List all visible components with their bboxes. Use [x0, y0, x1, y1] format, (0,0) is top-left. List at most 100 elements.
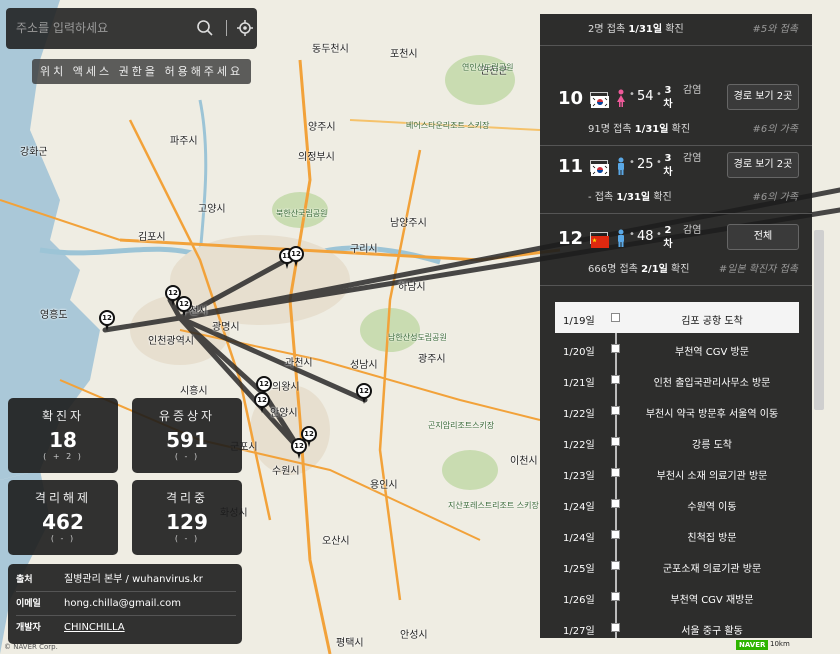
- timeline-row[interactable]: 1/22일 강릉 도착: [555, 426, 799, 457]
- confirm-date: 1/31일: [634, 124, 669, 135]
- route-view-button[interactable]: 전체: [727, 224, 799, 250]
- timeline-row[interactable]: 1/26일 부천역 CGV 재방문: [555, 581, 799, 612]
- case-contact-info: - 접촉 1/31일 확진: [588, 188, 672, 203]
- female-icon: [616, 89, 626, 107]
- timeline-row[interactable]: 1/23일 부천시 소재 의료기관 방문: [555, 457, 799, 488]
- case-card[interactable]: 12 • 48 • 2차 감염 전체 666명 접촉 2/1일 확진 #일본 확진자 접촉: [540, 214, 812, 286]
- stat-label: 유증상자: [158, 409, 216, 423]
- case-age: 54: [637, 89, 654, 104]
- panel-scrollbar[interactable]: [814, 230, 824, 410]
- separator-dot: •: [629, 89, 635, 100]
- case-contact-info: 91명 접촉 1/31일 확진: [588, 120, 690, 135]
- map-pin-icon[interactable]: 12: [253, 392, 271, 414]
- separator-dot: •: [656, 157, 662, 168]
- map-city-label: 지산포레스트리조트 스키장: [448, 501, 539, 510]
- contact-word: 접촉: [606, 24, 626, 35]
- timeline-date: 1/26일: [563, 595, 595, 606]
- timeline-event: 부천시 소재 의료기관 방문: [656, 471, 768, 482]
- confirm-date: 1/31일: [628, 24, 663, 35]
- location-permission-notice: 위치 액세스 권한을 허용해주세요: [32, 59, 252, 84]
- stat-delta: ( - ): [50, 534, 76, 543]
- email-row: 이메일 hong.chilla@gmail.com: [16, 592, 236, 616]
- map-pin-tail: [294, 260, 298, 267]
- source-key: 출처: [16, 575, 33, 585]
- male-icon: [616, 157, 626, 175]
- case-source: #5와 접촉: [752, 24, 798, 35]
- timeline-marker: [611, 561, 620, 570]
- map-city-label: 김포시: [138, 232, 166, 243]
- timeline-row[interactable]: 1/22일 부천시 약국 방문후 서울역 이동: [555, 395, 799, 426]
- map-pin-icon[interactable]: 12: [290, 438, 308, 460]
- korea-flag-icon: [590, 92, 609, 108]
- route-view-button[interactable]: 경로 보기 2곳: [727, 152, 799, 178]
- timeline-row[interactable]: 1/21일 인천 출입국관리사무소 방문: [555, 364, 799, 395]
- timeline-row[interactable]: 1/20일 부천역 CGV 방문: [555, 333, 799, 364]
- map-city-label: 연인산도립공원: [462, 63, 514, 72]
- case-card[interactable]: 11 • 25 • 3차 감염 경로 보기 2곳 - 접촉 1/31일 확진 #6의 가족: [540, 142, 812, 214]
- case-infection-label: 감염: [683, 225, 702, 236]
- map-pin-tail: [105, 324, 109, 331]
- map-city-label: 이천시: [510, 456, 538, 467]
- timeline-marker: [611, 623, 620, 632]
- map-city-label: 남양주시: [390, 218, 427, 229]
- confirm-date: 1/31일: [616, 192, 651, 203]
- locate-icon[interactable]: [236, 19, 254, 37]
- timeline-event: 부천역 CGV 재방문: [670, 595, 754, 606]
- map-city-label: 의정부시: [298, 152, 335, 163]
- contact-count: -: [588, 192, 592, 203]
- confirm-date: 2/1일: [641, 264, 668, 275]
- developer-row: 개발자 CHINCHILLA: [16, 616, 236, 640]
- timeline-event: 부천역 CGV 방문: [675, 347, 749, 358]
- male-icon: [616, 229, 626, 247]
- case-card[interactable]: 10 • 54 • 3차 감염 경로 보기 2곳 91명 접촉 1/31일 확진 #6의 가족: [540, 74, 812, 146]
- timeline-row[interactable]: 1/24일 친척집 방문: [555, 519, 799, 550]
- case-number: 10: [558, 88, 584, 109]
- search-bar: [6, 8, 257, 49]
- case-card[interactable]: 9•28•3차경로 보기 1곳2명 접촉 1/31일 확진#5와 접촉: [540, 14, 812, 46]
- stat-released: 격리해제 462 ( - ): [8, 480, 118, 555]
- confirm-word: 확진: [653, 192, 672, 203]
- case-contact-info: 2명 접촉 1/31일 확진: [588, 20, 684, 35]
- confirm-word: 확진: [665, 24, 684, 35]
- map-pin-icon[interactable]: 12: [175, 296, 193, 318]
- timeline-row[interactable]: 1/19일 김포 공항 도착: [555, 302, 799, 333]
- map-pin-icon[interactable]: 12: [355, 383, 373, 405]
- map-city-label: 용인시: [370, 480, 398, 491]
- map-city-label: 베어스타운리조트 스키장: [406, 121, 490, 130]
- timeline-date: 1/20일: [563, 347, 595, 358]
- timeline-row[interactable]: 1/25일 군포소재 의료기관 방문: [555, 550, 799, 581]
- timeline-marker: [611, 437, 620, 446]
- map-city-label: 평택시: [336, 638, 364, 649]
- contact-count: 666명: [588, 264, 617, 275]
- map-pin-icon[interactable]: 12: [287, 246, 305, 268]
- info-box: 출처 질병관리 본부 / wuhanvirus.kr 이메일 hong.chil…: [8, 564, 242, 644]
- stat-label: 격리중: [165, 491, 209, 505]
- timeline-date: 1/21일: [563, 378, 595, 389]
- search-icon[interactable]: [196, 19, 214, 37]
- timeline-event: 부천시 약국 방문후 서울역 이동: [645, 409, 779, 420]
- route-view-button[interactable]: 경로 보기 2곳: [727, 84, 799, 110]
- timeline-marker: [611, 313, 620, 322]
- search-input[interactable]: [16, 18, 186, 38]
- case-source: #일본 확진자 접촉: [718, 264, 798, 275]
- map-city-label: 과천시: [285, 358, 313, 369]
- timeline-marker: [611, 499, 620, 508]
- separator-dot: •: [629, 229, 635, 240]
- contact-word: 접촉: [594, 192, 614, 203]
- timeline-marker: [611, 406, 620, 415]
- source-value: 질병관리 본부 / wuhanvirus.kr: [64, 574, 203, 585]
- korea-flag-icon: [590, 160, 609, 176]
- case-contact-info: 666명 접촉 2/1일 확진: [588, 260, 689, 275]
- email-value[interactable]: hong.chilla@gmail.com: [64, 592, 181, 616]
- map-city-label: 포천시: [390, 49, 418, 60]
- map-city-label: 오산시: [322, 536, 350, 547]
- map-pin-icon[interactable]: 12: [98, 310, 116, 332]
- developer-link[interactable]: CHINCHILLA: [64, 616, 125, 640]
- map-city-label: 구리시: [350, 244, 378, 255]
- timeline-row[interactable]: 1/27일 서울 중구 활동: [555, 612, 799, 638]
- separator-dot: •: [629, 157, 635, 168]
- case-generation: 3차: [663, 153, 673, 178]
- timeline-date: 1/19일: [563, 316, 595, 327]
- case-age: 25: [637, 157, 654, 172]
- timeline-row[interactable]: 1/24일 수원역 이동: [555, 488, 799, 519]
